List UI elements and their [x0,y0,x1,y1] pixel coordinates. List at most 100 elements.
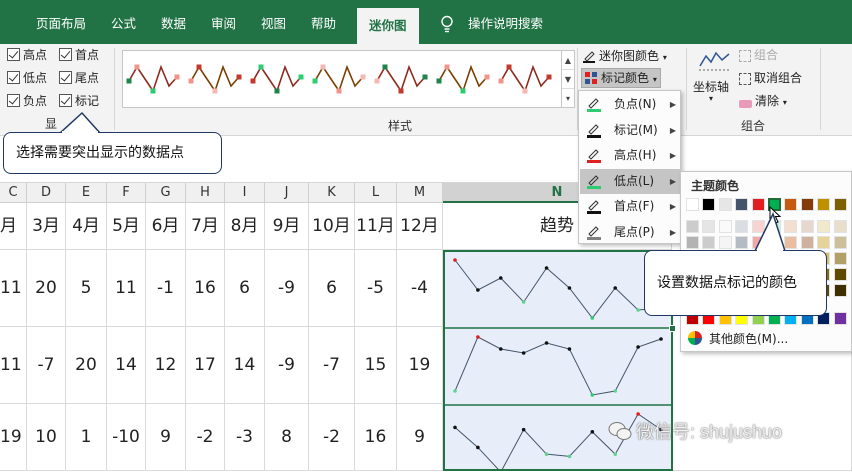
color-swatch[interactable] [784,220,798,233]
column-header-D[interactable]: D [27,183,66,203]
color-swatch[interactable] [800,220,814,233]
data-cell[interactable]: -9 [265,327,309,404]
style-gallery[interactable] [122,50,562,108]
data-cell[interactable]: 6 [225,250,265,327]
month-header-cell[interactable]: 3月 [27,203,66,250]
color-swatch[interactable] [702,236,716,249]
color-swatch[interactable] [833,252,847,265]
gallery-scroll[interactable]: ▲ ▼ ▾ [562,50,575,108]
group-button[interactable]: 组合 [739,46,778,63]
first-point-checkbox[interactable]: 首点 [59,47,99,63]
data-cell[interactable]: 6 [309,250,355,327]
data-cell[interactable]: -5 [355,250,397,327]
color-swatch[interactable] [817,236,831,249]
color-swatch[interactable] [751,198,765,211]
tab-sparkline[interactable]: 迷你图 [357,8,419,44]
color-swatch[interactable] [702,198,716,211]
month-header-cell[interactable]: 11月 [355,203,397,250]
color-swatch[interactable] [833,220,847,233]
month-header-cell[interactable]: 6月 [146,203,186,250]
sparkline-color-button[interactable]: 迷你图颜色 ▾ [582,47,667,65]
axis-button[interactable]: 坐标轴 ▾ [693,48,735,103]
color-swatch[interactable] [800,236,814,249]
checkbox-checked[interactable] [59,48,72,61]
month-header-cell[interactable]: 5月 [107,203,146,250]
data-cell[interactable]: 19 [397,327,443,404]
color-swatch[interactable] [833,284,847,297]
data-cell[interactable]: -2 [186,404,225,471]
data-cell[interactable]: 17 [186,327,225,404]
data-cell[interactable]: 1 [66,404,107,471]
negative-point-checkbox[interactable]: 负点 [7,93,47,109]
fill-handle[interactable] [669,325,676,332]
checkbox-checked[interactable] [7,71,20,84]
marker-menu-item[interactable]: 首点(F) ▶ [580,194,680,219]
tab-formulas[interactable]: 公式 [111,0,136,44]
column-header-G[interactable]: G [146,183,186,203]
low-point-checkbox[interactable]: 低点 [7,70,47,86]
marker-menu-item[interactable]: 低点(L) ▶ [580,168,680,194]
color-swatch[interactable] [735,220,749,233]
month-header-cell[interactable]: 10月 [309,203,355,250]
marker-menu-item[interactable]: 尾点(P) ▶ [580,220,680,245]
gallery-down-icon[interactable]: ▼ [562,70,574,89]
data-cell[interactable]: 9 [397,404,443,471]
marker-color-button[interactable]: 标记颜色 ▾ [581,68,661,88]
data-cell[interactable]: 5 [66,250,107,327]
column-header-J[interactable]: J [265,183,309,203]
data-cell[interactable]: 19 [0,404,27,471]
color-swatch[interactable] [751,236,765,249]
column-header-C[interactable]: C [0,183,27,203]
tab-view[interactable]: 视图 [261,0,286,44]
color-swatch[interactable] [735,236,749,249]
column-header-M[interactable]: M [397,183,443,203]
column-header-H[interactable]: H [186,183,225,203]
marker-menu-item[interactable]: 高点(H) ▶ [580,143,680,168]
color-swatch[interactable] [718,236,732,249]
data-cell[interactable]: 8 [265,404,309,471]
checkbox-checked[interactable] [7,48,20,61]
month-header-cell[interactable]: 月 [0,203,27,250]
color-swatch[interactable] [833,268,847,281]
data-cell[interactable]: 10 [27,404,66,471]
data-cell[interactable]: -4 [397,250,443,327]
color-swatch[interactable] [817,220,831,233]
data-cell[interactable]: 20 [66,327,107,404]
checkbox-checked[interactable] [59,71,72,84]
color-swatch[interactable] [768,236,781,249]
color-swatch[interactable] [735,198,749,211]
data-cell[interactable]: 16 [186,250,225,327]
last-point-checkbox[interactable]: 尾点 [59,70,99,86]
color-swatch[interactable] [718,198,732,211]
data-cell[interactable]: 14 [225,327,265,404]
color-swatch[interactable] [686,236,699,249]
color-swatch[interactable] [751,220,765,233]
tab-page-layout[interactable]: 页面布局 [36,0,86,44]
gallery-up-icon[interactable]: ▲ [562,51,574,70]
more-colors-item[interactable]: 其他颜色(M)... [685,329,788,349]
data-cell[interactable]: 11 [107,250,146,327]
color-swatch[interactable] [800,198,814,211]
color-swatch[interactable] [817,198,831,211]
clear-button[interactable]: 清除 ▾ [739,92,787,109]
marker-menu-item[interactable]: 标记(M) ▶ [580,118,680,143]
data-cell[interactable]: -2 [309,404,355,471]
column-header-F[interactable]: F [107,183,146,203]
data-cell[interactable]: -7 [309,327,355,404]
color-swatch[interactable] [833,198,847,211]
data-cell[interactable]: 11 [0,327,27,404]
data-cell[interactable]: 14 [107,327,146,404]
data-cell[interactable]: -7 [27,327,66,404]
standard-color-swatch[interactable] [833,312,847,325]
column-header-I[interactable]: I [225,183,265,203]
color-swatch[interactable] [702,220,716,233]
checkbox-checked[interactable] [7,94,20,107]
data-cell[interactable]: 11 [0,250,27,327]
column-header-L[interactable]: L [355,183,397,203]
color-swatch[interactable] [784,198,798,211]
data-cell[interactable]: 9 [146,404,186,471]
tell-me-search[interactable]: 操作说明搜索 [468,0,543,44]
month-header-cell[interactable]: 7月 [186,203,225,250]
high-point-checkbox[interactable]: 高点 [7,47,47,63]
tab-data[interactable]: 数据 [161,0,186,44]
